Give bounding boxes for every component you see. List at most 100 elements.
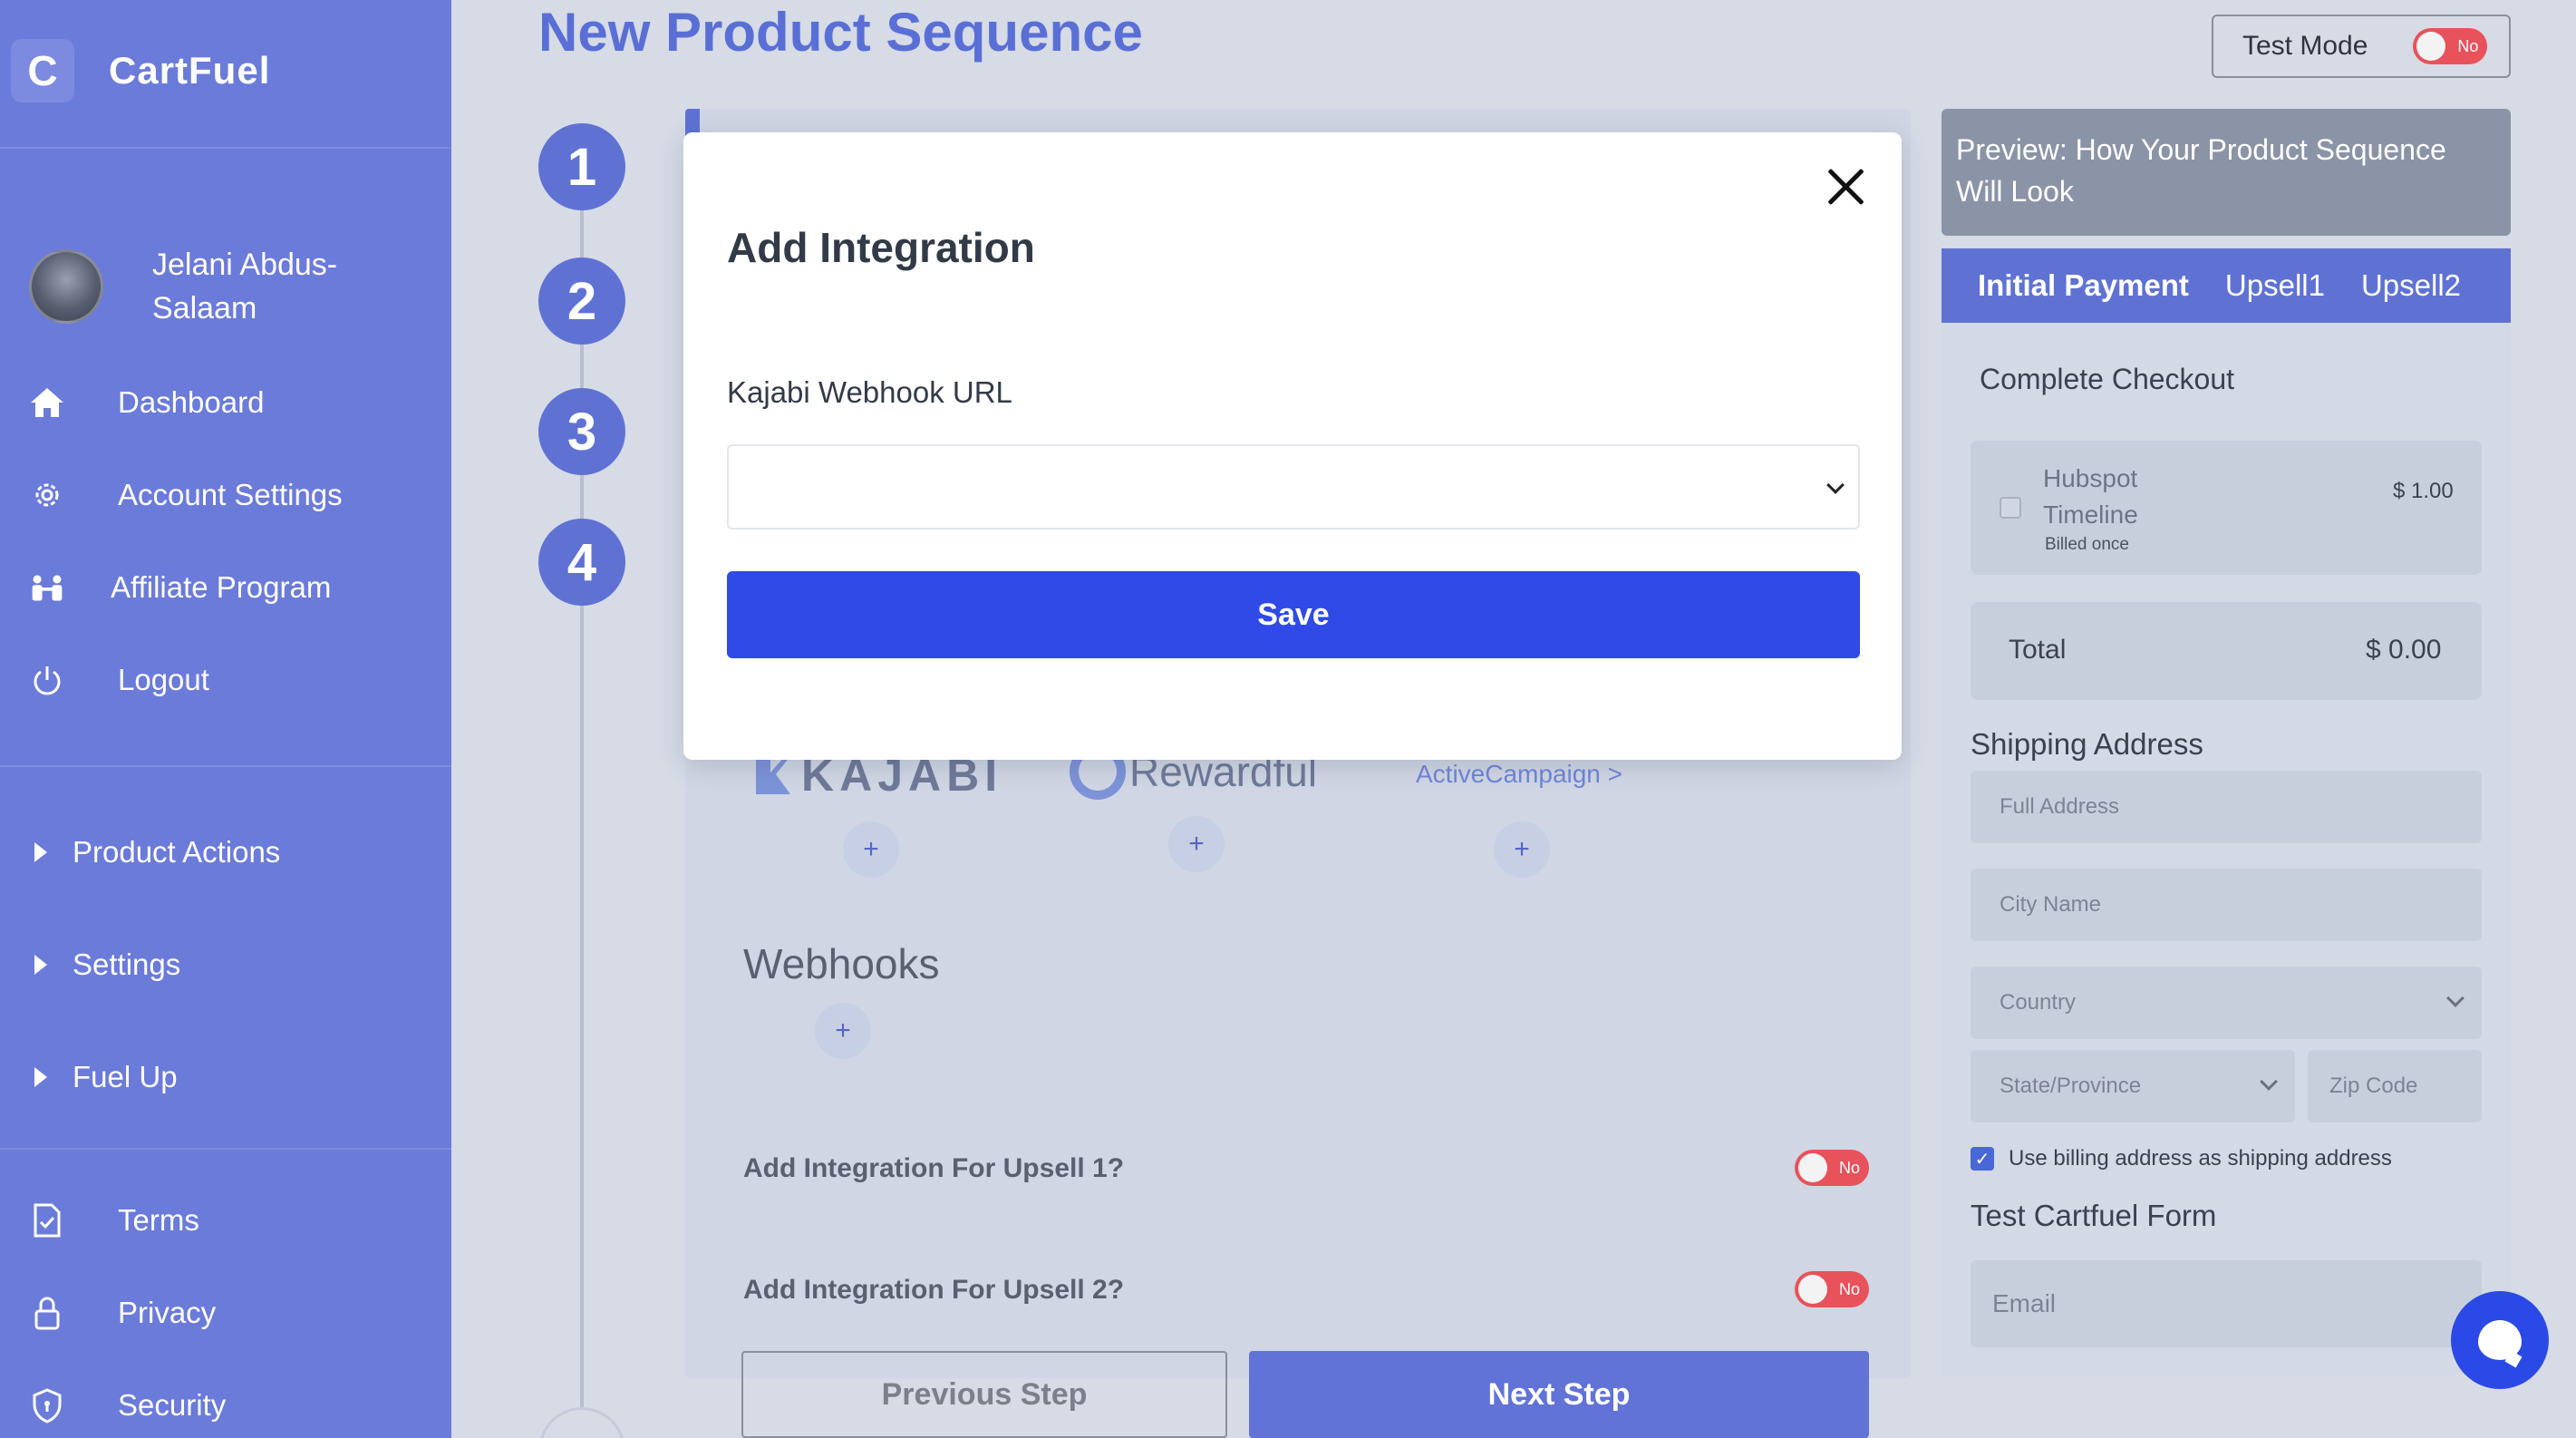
sidebar-item-label: Dashboard [118,385,265,419]
activecampaign-logo: ActiveCampaign > [1416,760,1622,789]
chevron-down-icon [1826,476,1845,494]
add-activecampaign-button[interactable]: + [1494,821,1550,878]
activecampaign-arrow-icon: > [1607,760,1623,788]
sidebar-item-terms[interactable]: Terms [29,1193,199,1248]
sidebar-item-label: Logout [118,663,209,696]
shipping-title: Shipping Address [1971,727,2203,761]
country-select-value: Country [2000,990,2077,1015]
user-name: Jelani Abdus-Salaam [152,248,338,325]
sidebar-item-affiliate-program[interactable]: Affiliate Program [29,560,331,615]
webhook-url-select[interactable] [727,444,1860,530]
gear-icon [29,477,65,513]
add-rewardful-button[interactable]: + [1168,816,1225,872]
state-select-value: State/Province [2000,1074,2142,1098]
step-3[interactable]: 3 [538,388,625,475]
sidebar-item-label: Affiliate Program [111,570,332,604]
save-button[interactable]: Save [727,571,1860,658]
avatar [29,249,103,324]
product-item-checkbox[interactable] [2000,497,2021,519]
test-mode-control[interactable]: Test Mode No [2212,15,2511,78]
state-select[interactable]: State/Province [1971,1050,2295,1122]
upsell1-integration-label: Add Integration For Upsell 1? [743,1153,1125,1183]
user-profile[interactable]: Jelani Abdus-Salaam [29,243,370,330]
chevron-down-icon [2260,1073,2278,1091]
upsell1-integration-toggle[interactable]: No [1795,1150,1869,1186]
next-step-button[interactable]: Next Step [1249,1351,1869,1438]
sidebar-item-label: Privacy [118,1296,217,1329]
activecampaign-wordmark: ActiveCampaign [1416,760,1601,788]
step-connector [580,181,584,1438]
kajabi-k-icon [754,754,792,796]
sidebar-item-privacy[interactable]: Privacy [29,1286,216,1340]
close-icon[interactable] [1820,161,1871,212]
add-kajabi-button[interactable]: + [843,821,899,878]
caret-right-icon [34,955,47,975]
add-integration-modal: Add Integration Kajabi Webhook URL Save [683,132,1902,760]
test-mode-toggle[interactable]: No [2413,28,2488,64]
sidebar-group-product-actions[interactable]: Product Actions [34,825,280,879]
email-field[interactable]: Email [1971,1260,2482,1347]
city-field[interactable]: City Name [1971,869,2482,941]
chat-button[interactable] [2451,1291,2549,1389]
product-item-price: $ 1.00 [2393,479,2454,503]
step-1[interactable]: 1 [538,123,625,210]
chat-bubble-icon [2478,1320,2522,1360]
tab-upsell2[interactable]: Upsell2 [2361,268,2461,303]
sidebar-group-fuel-up[interactable]: Fuel Up [34,1050,178,1104]
modal-title: Add Integration [727,224,1035,271]
total-value: $ 0.00 [2366,635,2442,665]
tab-initial-payment[interactable]: Initial Payment [1978,268,2189,303]
webhook-url-label: Kajabi Webhook URL [727,375,1012,409]
preview-title: Preview: How Your Product Sequence Will … [1942,109,2511,236]
use-billing-row[interactable]: ✓ Use billing address as shipping addres… [1971,1146,2392,1171]
checkbox-checked-icon[interactable]: ✓ [1971,1147,1994,1171]
previous-step-button[interactable]: Previous Step [741,1351,1227,1438]
document-check-icon [29,1202,65,1239]
caret-right-icon [34,842,47,862]
toggle-knob [2416,32,2446,61]
power-icon [29,662,65,698]
toggle-state: No [1838,1159,1860,1177]
sidebar: C CartFuel Jelani Abdus-Salaam Dashboard… [0,0,451,1438]
tab-upsell1[interactable]: Upsell1 [2225,268,2325,303]
brand[interactable]: C CartFuel [11,38,270,103]
sidebar-group-label: Fuel Up [73,1060,178,1093]
lock-icon [29,1295,65,1331]
test-mode-label: Test Mode [2242,31,2368,61]
upsell2-integration-toggle[interactable]: No [1795,1271,1869,1307]
step-5[interactable] [538,1407,625,1438]
step-2[interactable]: 2 [538,257,625,345]
product-item-billing: Billed once [2045,535,2129,554]
caret-right-icon [34,1067,47,1087]
shield-icon [29,1387,65,1423]
people-icon [29,569,65,606]
step-4[interactable]: 4 [538,519,625,606]
total-label: Total [2009,635,2067,665]
webhooks-title: Webhooks [743,940,940,987]
toggle-knob [1798,1275,1827,1304]
sidebar-item-logout[interactable]: Logout [29,653,209,707]
zip-field[interactable]: Zip Code [2308,1050,2482,1122]
sidebar-item-security[interactable]: Security [29,1378,226,1433]
brand-logo-icon: C [11,39,74,102]
test-form-title: Test Cartfuel Form [1971,1199,2217,1232]
country-select[interactable]: Country [1971,967,2482,1039]
sidebar-group-label: Product Actions [73,835,281,869]
checkout-title: Complete Checkout [1980,363,2235,395]
sidebar-item-account-settings[interactable]: Account Settings [29,468,343,522]
chevron-down-icon [2446,989,2465,1007]
brand-name: CartFuel [109,49,271,92]
full-address-field[interactable]: Full Address [1971,771,2482,843]
sidebar-divider [0,147,451,149]
sidebar-item-dashboard[interactable]: Dashboard [29,375,264,430]
sidebar-item-label: Account Settings [118,478,343,511]
preview-tabs: Initial Payment Upsell1 Upsell2 [1942,248,2511,323]
sidebar-item-label: Security [118,1388,227,1422]
use-billing-label: Use billing address as shipping address [2009,1146,2392,1171]
toggle-state: No [1838,1280,1860,1298]
sidebar-group-settings[interactable]: Settings [34,938,180,992]
add-webhook-button[interactable]: + [815,1003,871,1059]
toggle-knob [1798,1153,1827,1182]
product-item-name: Hubspot [2043,464,2138,492]
product-item-name-2: Timeline [2043,500,2138,529]
